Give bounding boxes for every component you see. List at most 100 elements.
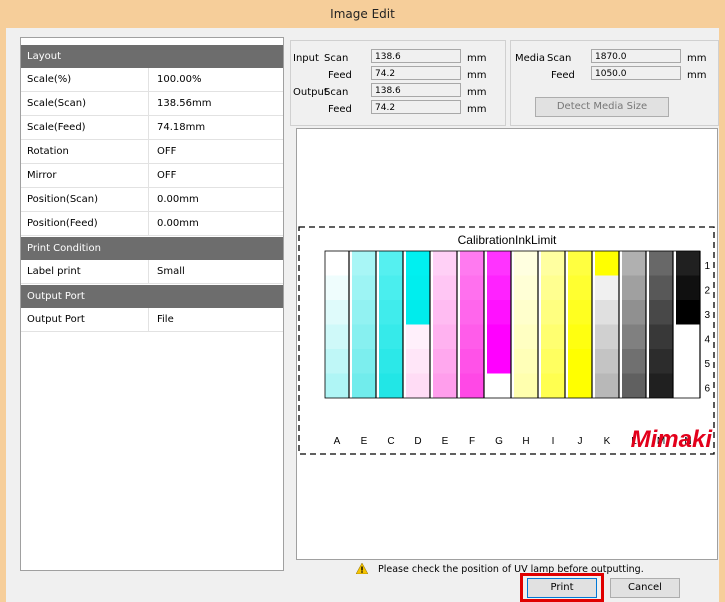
swatch-cell [622, 373, 646, 398]
property-label: Position(Scan) [27, 194, 99, 205]
swatch-cell [595, 275, 619, 300]
output-label: Output [293, 87, 328, 98]
output-scan-field[interactable]: 138.6 [371, 83, 461, 97]
property-label: Scale(Feed) [27, 122, 86, 133]
swatch-cell [622, 251, 646, 276]
property-value[interactable]: 100.00% [157, 68, 202, 91]
property-panel[interactable]: Layout Scale(%) 100.00% Scale(Scan) 138.56… [20, 37, 284, 571]
swatch-cell [433, 275, 457, 300]
row-label: 3 [704, 310, 710, 321]
swatch-cell [676, 373, 700, 398]
print-button[interactable]: Print [527, 578, 597, 598]
swatch-cell [406, 373, 430, 398]
property-row-scale-pct[interactable]: Scale(%) 100.00% [21, 68, 283, 92]
property-value[interactable]: File [157, 308, 174, 331]
swatch-cell [460, 251, 484, 276]
swatch-cell [649, 251, 673, 276]
input-label: Input [293, 53, 319, 64]
swatch-cell [595, 373, 619, 398]
row-label: 5 [704, 359, 710, 370]
image-edit-window: Image Edit Layout Scale(%) 100.00% Scale(… [6, 0, 719, 602]
detect-media-size-button[interactable]: Detect Media Size [535, 97, 669, 117]
swatch-cell [649, 324, 673, 349]
swatch-cell [568, 300, 592, 325]
swatch-cell [433, 251, 457, 276]
cancel-button[interactable]: Cancel [610, 578, 680, 598]
property-value[interactable]: 74.18mm [157, 116, 205, 139]
swatch-cell [595, 300, 619, 325]
swatch-cell [541, 300, 565, 325]
property-label: Scale(%) [27, 74, 72, 85]
swatch-cell [460, 300, 484, 325]
output-feed-label: Feed [328, 104, 352, 115]
input-scan-field[interactable]: 138.6 [371, 49, 461, 63]
media-feed-label: Feed [551, 70, 575, 81]
swatch-cell [406, 300, 430, 325]
column-label: D [414, 436, 421, 447]
property-value[interactable]: Small [157, 260, 185, 283]
swatch-cell [379, 324, 403, 349]
swatch-cell [433, 300, 457, 325]
swatch-cell [514, 251, 538, 276]
column-label: G [495, 436, 503, 447]
media-scan-field[interactable]: 1870.0 [591, 49, 681, 63]
section-output-port: Output Port [21, 285, 283, 308]
swatch-cell [595, 349, 619, 374]
output-feed-field[interactable]: 74.2 [371, 100, 461, 114]
property-row-mirror[interactable]: Mirror OFF [21, 164, 283, 188]
section-layout: Layout [21, 45, 283, 68]
swatch-cell [595, 324, 619, 349]
property-label: Mirror [27, 170, 57, 181]
property-row-output-port[interactable]: Output Port File [21, 308, 283, 332]
property-value[interactable]: OFF [157, 164, 176, 187]
property-row-scale-feed[interactable]: Scale(Feed) 74.18mm [21, 116, 283, 140]
property-row-label-print[interactable]: Label print Small [21, 260, 283, 284]
swatch-cell [406, 275, 430, 300]
swatch-cell [514, 275, 538, 300]
column-label: K [604, 436, 611, 447]
swatch-cell [460, 275, 484, 300]
color-swatches [324, 250, 701, 399]
swatch-cell [325, 251, 349, 276]
swatch-cell [541, 373, 565, 398]
property-row-position-scan[interactable]: Position(Scan) 0.00mm [21, 188, 283, 212]
property-value[interactable]: 0.00mm [157, 188, 199, 211]
swatch-cell [379, 349, 403, 374]
media-feed-field[interactable]: 1050.0 [591, 66, 681, 80]
swatch-cell [487, 300, 511, 325]
swatch-cell [487, 275, 511, 300]
swatch-cell [514, 324, 538, 349]
size-group: Input Scan 138.6 mm Feed 74.2 mm Output … [290, 40, 506, 126]
window-title: Image Edit [6, 0, 719, 28]
property-row-rotation[interactable]: Rotation OFF [21, 140, 283, 164]
row-labels: 1 2 3 4 5 6 [704, 261, 710, 395]
swatch-cell [433, 349, 457, 374]
swatch-cell [568, 275, 592, 300]
column-label: H [522, 436, 529, 447]
column-label: C [387, 436, 394, 447]
property-value[interactable]: 138.56mm [157, 92, 211, 115]
calibration-chart-preview: CalibrationInkLimit AECDEFGHIJKLMN 12345… [298, 226, 715, 455]
swatch-cell [352, 300, 376, 325]
property-label: Scale(Scan) [27, 98, 87, 109]
unit-label: mm [467, 70, 487, 81]
swatch-cell [514, 300, 538, 325]
property-row-position-feed[interactable]: Position(Feed) 0.00mm [21, 212, 283, 236]
property-value[interactable]: 0.00mm [157, 212, 199, 235]
property-row-scale-scan[interactable]: Scale(Scan) 138.56mm [21, 92, 283, 116]
section-layout-label: Layout [27, 51, 61, 62]
property-value[interactable]: OFF [157, 140, 176, 163]
swatch-cell [649, 300, 673, 325]
input-scan-label: Scan [324, 53, 349, 64]
swatch-cell [352, 324, 376, 349]
media-label: Media [515, 53, 546, 64]
swatch-cell [514, 349, 538, 374]
input-feed-field[interactable]: 74.2 [371, 66, 461, 80]
row-label: 4 [704, 335, 710, 346]
swatch-cell [649, 349, 673, 374]
column-label: A [334, 436, 341, 447]
input-feed-label: Feed [328, 70, 352, 81]
property-label: Output Port [27, 314, 85, 325]
image-preview: CalibrationInkLimit AECDEFGHIJKLMN 12345… [296, 128, 718, 560]
swatch-cell [460, 324, 484, 349]
